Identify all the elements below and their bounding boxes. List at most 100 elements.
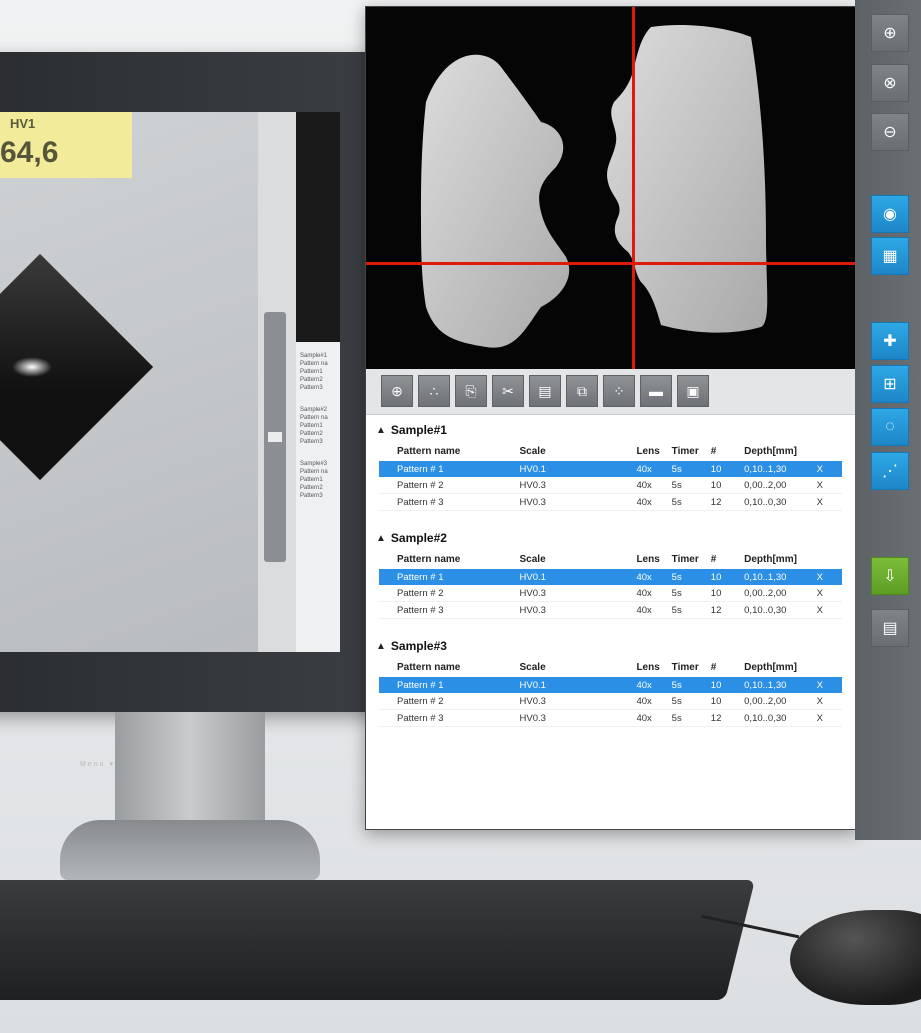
crosshair-vertical[interactable] xyxy=(632,7,635,369)
column-header-lens: Lens xyxy=(636,553,660,565)
grid-button[interactable]: ▦ xyxy=(871,237,909,275)
remove-pattern-button[interactable]: X xyxy=(816,477,842,494)
column-header-depth: Depth[mm] xyxy=(744,445,797,457)
pattern-table: Pattern name Scale Lens Timer # Depth[mm] Patt… xyxy=(379,657,842,727)
cell-timer: 5s xyxy=(667,493,707,511)
grid-icon: ▦ xyxy=(882,248,898,265)
mini-list-item: Pattern3 xyxy=(300,385,323,391)
measure-run-icon: ⇩ xyxy=(883,568,897,585)
zoom-in-icon: ⊕ xyxy=(883,25,897,42)
table-row[interactable]: Pattern # 3 HV0.3 40x 5s 12 0,10..0,30 X xyxy=(379,601,842,619)
cell-name: Pattern # 1 xyxy=(379,461,502,477)
cell-num: 12 xyxy=(706,709,733,727)
column-header-depth: Depth[mm] xyxy=(744,661,797,673)
collapse-chevron-icon[interactable]: ▲ xyxy=(376,533,386,544)
cell-name: Pattern # 2 xyxy=(379,585,502,602)
remove-pattern-button[interactable]: X xyxy=(816,461,842,477)
collapse-chevron-icon[interactable]: ▲ xyxy=(376,425,386,436)
cut-button[interactable]: ✂ xyxy=(492,375,524,407)
clipboard-button[interactable]: ⧉ xyxy=(566,375,598,407)
table-row[interactable]: Pattern # 1 HV0.1 40x 5s 10 0,10..1,30 X xyxy=(379,677,842,693)
cell-timer: 5s xyxy=(667,461,707,477)
line-pattern-button[interactable]: ⋰ xyxy=(871,452,909,490)
table-row[interactable]: Pattern # 2 HV0.3 40x 5s 10 0,00..2,00 X xyxy=(379,585,842,602)
monitor-stand-base xyxy=(60,820,320,880)
remove-pattern-button[interactable]: X xyxy=(816,677,842,693)
remove-pattern-button[interactable]: X xyxy=(816,601,842,619)
remove-pattern-button[interactable]: X xyxy=(816,709,842,727)
mini-list-item: Sample#3 xyxy=(300,461,328,467)
column-header-timer: Timer xyxy=(671,661,699,673)
remove-pattern-button[interactable]: X xyxy=(816,693,842,710)
cell-lens: 40x xyxy=(632,677,668,693)
camera-button[interactable]: ◉ xyxy=(871,195,909,233)
add-point-button[interactable]: ✚ xyxy=(871,322,909,360)
hardness-readout: HV1 64,6 xyxy=(0,112,132,178)
points-add-icon: ⁘ xyxy=(613,382,625,399)
sample-header[interactable]: ▲ Sample#2 xyxy=(376,527,846,549)
cell-depth: 0,00..2,00 xyxy=(732,477,817,494)
sample-header[interactable]: ▲ Sample#1 xyxy=(376,419,846,441)
remove-pattern-button[interactable]: X xyxy=(816,585,842,602)
cell-num: 10 xyxy=(706,569,733,585)
cell-num: 12 xyxy=(706,493,733,511)
clipboard-icon: ⧉ xyxy=(577,382,587,399)
circle-pattern-button[interactable]: ◌ xyxy=(871,408,909,446)
measure-run-button[interactable]: ⇩ xyxy=(871,557,909,595)
table-row[interactable]: Pattern # 1 HV0.1 40x 5s 10 0,10..1,30 X xyxy=(379,569,842,585)
column-header-name: Pattern name xyxy=(397,661,461,673)
mini-list-item: Pattern2 xyxy=(300,377,323,383)
table-row[interactable]: Pattern # 3 HV0.3 40x 5s 12 0,10..0,30 X xyxy=(379,709,842,727)
table-row[interactable]: Pattern # 3 HV0.3 40x 5s 12 0,10..0,30 X xyxy=(379,493,842,511)
cell-num: 12 xyxy=(706,601,733,619)
camera-icon: ◉ xyxy=(883,206,897,223)
points-add-button[interactable]: ⁘ xyxy=(603,375,635,407)
table-row[interactable]: Pattern # 2 HV0.3 40x 5s 10 0,00..2,00 X xyxy=(379,693,842,710)
table-row[interactable]: Pattern # 1 HV0.1 40x 5s 10 0,10..1,30 X xyxy=(379,461,842,477)
folder-button[interactable]: ▬ xyxy=(640,375,672,407)
table-row[interactable]: Pattern # 2 HV0.3 40x 5s 10 0,00..2,00 X xyxy=(379,477,842,494)
cell-scale: HV0.1 xyxy=(501,461,633,477)
column-header-depth: Depth[mm] xyxy=(744,553,797,565)
report-icon: ▤ xyxy=(882,620,898,637)
zoom-in-button[interactable]: ⊕ xyxy=(871,14,909,52)
report-button[interactable]: ▤ xyxy=(871,609,909,647)
save-button[interactable]: ▣ xyxy=(677,375,709,407)
column-header-num: # xyxy=(710,553,717,565)
column-header-lens: Lens xyxy=(636,445,660,457)
cell-num: 10 xyxy=(706,461,733,477)
zoom-fit-button[interactable]: ⊗ xyxy=(871,64,909,102)
paste-points-button[interactable]: ⎘ xyxy=(455,375,487,407)
cell-name: Pattern # 1 xyxy=(379,677,502,693)
remove-pattern-button[interactable]: X xyxy=(816,493,842,511)
cell-depth: 0,00..2,00 xyxy=(732,585,817,602)
folder-icon: ▬ xyxy=(649,383,663,399)
paste-points-icon: ⎘ xyxy=(465,382,477,399)
cell-depth: 0,10..0,30 xyxy=(732,709,817,727)
column-header-num: # xyxy=(710,661,717,673)
cell-lens: 40x xyxy=(632,585,668,602)
zoom-search-button[interactable]: ⊕ xyxy=(381,375,413,407)
circle-pattern-icon: ◌ xyxy=(885,418,895,435)
line-pattern-icon: ⋰ xyxy=(882,463,898,480)
column-header-remove xyxy=(817,549,842,569)
grid-pattern-button[interactable]: ⊞ xyxy=(871,365,909,403)
column-header-name: Pattern name xyxy=(397,553,461,565)
collapse-chevron-icon[interactable]: ▲ xyxy=(376,641,386,652)
cell-num: 10 xyxy=(706,477,733,494)
cell-depth: 0,00..2,00 xyxy=(732,693,817,710)
zoom-out-button[interactable]: ⊖ xyxy=(871,113,909,151)
sample-header[interactable]: ▲ Sample#3 xyxy=(376,635,846,657)
cell-lens: 40x xyxy=(632,569,668,585)
monitor-screen: HV1 64,6 Sample#1 Pattern na Pattern1 Patte… xyxy=(0,112,340,652)
cell-name: Pattern # 2 xyxy=(379,477,502,494)
pattern-points-button[interactable]: ∴ xyxy=(418,375,450,407)
document-button[interactable]: ▤ xyxy=(529,375,561,407)
image-viewer[interactable] xyxy=(366,7,856,369)
remove-pattern-button[interactable]: X xyxy=(816,569,842,585)
crosshair-horizontal[interactable] xyxy=(366,262,856,265)
mini-list-item: Pattern1 xyxy=(300,369,323,375)
cell-timer: 5s xyxy=(667,585,707,602)
monitor: HV1 64,6 Sample#1 Pattern na Pattern1 Patte… xyxy=(0,52,390,768)
cell-depth: 0,10..1,30 xyxy=(732,569,817,585)
